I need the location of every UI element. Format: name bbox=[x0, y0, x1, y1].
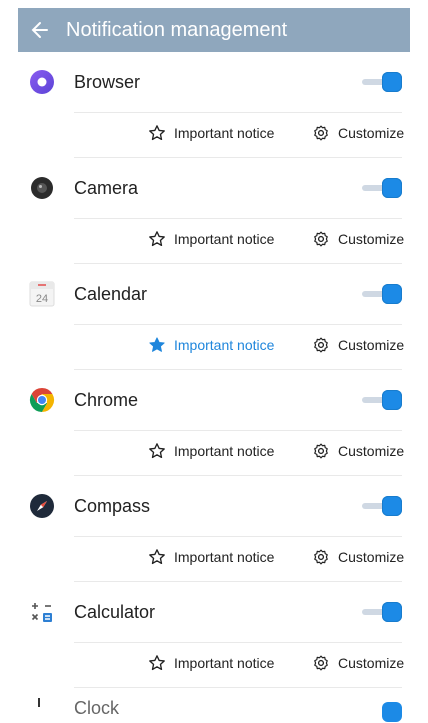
customize-label: Customize bbox=[338, 655, 405, 671]
customize-label: Customize bbox=[338, 125, 405, 141]
customize-button[interactable]: Customize bbox=[312, 230, 404, 248]
app-actions: Important notice Customize bbox=[18, 324, 410, 370]
toggle-knob bbox=[382, 72, 402, 92]
clock-icon bbox=[28, 696, 50, 718]
app-row: Chrome bbox=[18, 370, 410, 430]
gear-icon bbox=[312, 230, 330, 248]
notification-toggle[interactable] bbox=[362, 72, 402, 92]
toggle-knob bbox=[382, 496, 402, 516]
browser-icon bbox=[28, 68, 56, 96]
chrome-icon bbox=[28, 386, 56, 414]
customize-label: Customize bbox=[338, 549, 405, 565]
app-item-compass: Compass Important notice Customize bbox=[18, 476, 410, 582]
gear-icon bbox=[312, 442, 330, 460]
app-actions: Important notice Customize bbox=[18, 218, 410, 264]
customize-button[interactable]: Customize bbox=[312, 548, 404, 566]
star-filled-icon bbox=[148, 336, 166, 354]
important-notice-label: Important notice bbox=[174, 549, 275, 565]
top-app-bar: Notification management bbox=[18, 8, 410, 52]
gear-icon bbox=[312, 336, 330, 354]
app-name: Clock bbox=[74, 698, 120, 718]
notification-toggle[interactable] bbox=[362, 496, 402, 516]
camera-icon bbox=[28, 174, 56, 202]
notification-toggle[interactable] bbox=[362, 390, 402, 410]
customize-button[interactable]: Customize bbox=[312, 336, 404, 354]
notification-toggle[interactable] bbox=[362, 602, 402, 622]
important-notice-button[interactable]: Important notice bbox=[148, 124, 274, 142]
customize-button[interactable]: Customize bbox=[312, 654, 404, 672]
app-name: Camera bbox=[74, 177, 139, 198]
customize-label: Customize bbox=[338, 443, 405, 459]
important-notice-label: Important notice bbox=[174, 655, 275, 671]
toggle-knob bbox=[382, 390, 402, 410]
compass-icon bbox=[28, 492, 56, 520]
customize-button[interactable]: Customize bbox=[312, 442, 404, 460]
important-notice-button[interactable]: Important notice bbox=[148, 230, 274, 248]
app-row: Camera bbox=[18, 158, 410, 218]
app-list: Browser Important notice Customize Camer… bbox=[18, 52, 410, 688]
app-name: Browser bbox=[74, 71, 141, 92]
customize-label: Customize bbox=[338, 231, 405, 247]
svg-text:24: 24 bbox=[36, 293, 48, 305]
app-name: Calendar bbox=[74, 283, 148, 304]
important-notice-label: Important notice bbox=[174, 231, 275, 247]
notification-toggle[interactable] bbox=[362, 284, 402, 304]
app-actions: Important notice Customize bbox=[18, 536, 410, 582]
star-outline-icon bbox=[148, 548, 166, 566]
important-notice-label: Important notice bbox=[174, 125, 275, 141]
app-item-calculator: Calculator Important notice Customize bbox=[18, 582, 410, 688]
toggle-knob bbox=[382, 284, 402, 304]
gear-icon bbox=[312, 654, 330, 672]
app-name: Calculator bbox=[74, 601, 156, 622]
important-notice-button[interactable]: Important notice bbox=[148, 654, 274, 672]
important-notice-button[interactable]: Important notice bbox=[148, 442, 274, 460]
app-actions: Important notice Customize bbox=[18, 112, 410, 158]
star-outline-icon bbox=[148, 124, 166, 142]
notification-toggle[interactable] bbox=[382, 702, 402, 722]
app-actions: Important notice Customize bbox=[18, 642, 410, 688]
toggle-knob bbox=[382, 602, 402, 622]
app-name: Compass bbox=[74, 495, 151, 516]
star-outline-icon bbox=[148, 230, 166, 248]
app-item-chrome: Chrome Important notice Customize bbox=[18, 370, 410, 476]
app-item-browser: Browser Important notice Customize bbox=[18, 52, 410, 158]
app-row: Compass bbox=[18, 476, 410, 536]
important-notice-label: Important notice bbox=[174, 337, 275, 353]
app-row: Browser bbox=[18, 52, 410, 112]
important-notice-label: Important notice bbox=[174, 443, 275, 459]
toggle-knob bbox=[382, 178, 402, 198]
gear-icon bbox=[312, 124, 330, 142]
customize-button[interactable]: Customize bbox=[312, 124, 404, 142]
page-title: Notification management bbox=[66, 18, 288, 41]
star-outline-icon bbox=[148, 442, 166, 460]
star-outline-icon bbox=[148, 654, 166, 672]
calculator-icon bbox=[28, 598, 56, 626]
app-item-camera: Camera Important notice Customize bbox=[18, 158, 410, 264]
back-arrow-icon[interactable] bbox=[18, 8, 58, 52]
app-row: Calculator bbox=[18, 582, 410, 642]
calendar-icon: 24 bbox=[28, 280, 56, 308]
divider bbox=[74, 687, 402, 688]
important-notice-button[interactable]: Important notice bbox=[148, 336, 274, 354]
app-item-clock: Clock bbox=[18, 690, 410, 722]
notification-toggle[interactable] bbox=[362, 178, 402, 198]
app-item-calendar: 24 Calendar Important notice Customize bbox=[18, 264, 410, 370]
app-row: 24 Calendar bbox=[18, 264, 410, 324]
important-notice-button[interactable]: Important notice bbox=[148, 548, 274, 566]
gear-icon bbox=[312, 548, 330, 566]
customize-label: Customize bbox=[338, 337, 405, 353]
app-actions: Important notice Customize bbox=[18, 430, 410, 476]
app-name: Chrome bbox=[74, 389, 139, 410]
